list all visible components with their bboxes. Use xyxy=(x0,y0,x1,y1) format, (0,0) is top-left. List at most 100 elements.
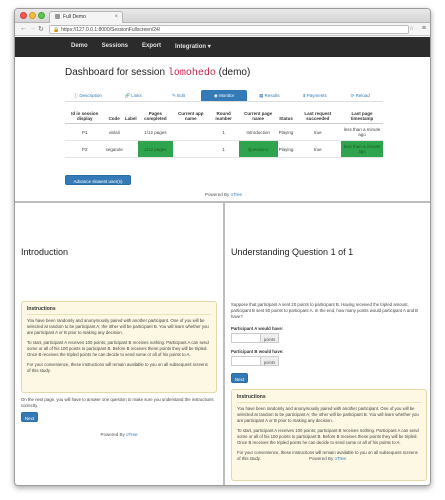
reload-icon[interactable]: ↻ xyxy=(38,25,44,33)
tab-edit[interactable]: ✎ Edit xyxy=(156,90,201,101)
otree-link[interactable]: oTree xyxy=(126,432,138,437)
tab-title: Full Demo xyxy=(63,14,86,20)
points-addon: points xyxy=(260,357,278,365)
right-participant-frame: Understanding Question 1 of 1 Suppose th… xyxy=(225,203,430,485)
table-cell: true xyxy=(294,123,342,141)
table-cell xyxy=(123,140,138,158)
table-cell: 1 xyxy=(208,140,239,158)
col-header: Status xyxy=(277,109,295,124)
forward-arrow-icon[interactable]: → xyxy=(29,25,36,32)
address-bar-row: ← → ↻ 🔒 https://127.0.0.1:8000/SessionFul… xyxy=(15,23,430,36)
table-cell-highlighted: less than a minute ago xyxy=(341,140,383,158)
table-cell: P1 xyxy=(65,123,105,141)
next-button[interactable]: Next xyxy=(21,412,38,422)
points-addon: points xyxy=(260,334,278,342)
session-code: lomohedo xyxy=(167,68,216,79)
url-field[interactable]: 🔒 https://127.0.0.1:8000/SessionFullscree… xyxy=(49,25,409,34)
close-tab-icon[interactable]: × xyxy=(114,14,118,20)
page-title: Dashboard for session lomohedo (demo) xyxy=(65,67,250,79)
maximize-window-icon[interactable] xyxy=(38,12,45,19)
cell-text: Question1 xyxy=(247,146,269,152)
table-cell: vislali xyxy=(104,123,124,141)
page-content: Demo Sessions Export Integration ▾ Dashb… xyxy=(15,37,430,485)
powered-prefix: Powered By xyxy=(100,432,125,437)
tab-results-label: Results xyxy=(264,93,280,98)
nav-integration[interactable]: Integration ▾ xyxy=(175,43,211,50)
bookmark-star-icon[interactable]: ☆ xyxy=(409,25,414,32)
participant-a-field[interactable] xyxy=(232,334,260,342)
table-cell: 1 xyxy=(208,123,239,141)
nav-demo[interactable]: Demo xyxy=(71,43,88,50)
col-header: Last page timestamp xyxy=(341,109,383,124)
tab-reload-label: Reload xyxy=(355,93,370,98)
col-header: Pages completed xyxy=(137,109,174,124)
otree-link[interactable]: oTree xyxy=(230,192,242,197)
table-cell xyxy=(123,123,138,141)
question-heading: Understanding Question 1 of 1 xyxy=(231,247,354,257)
participant-b-input[interactable]: points xyxy=(231,356,279,366)
table-cell: Introduction xyxy=(238,123,278,141)
col-header: Current app name xyxy=(173,109,209,124)
table-cell: Playing xyxy=(277,140,295,158)
nav-export[interactable]: Export xyxy=(142,43,161,50)
table-cell: less than a minute ago xyxy=(341,123,383,141)
minimize-window-icon[interactable] xyxy=(29,12,36,19)
col-header: Label xyxy=(123,109,138,124)
table-cell: Playing xyxy=(277,123,295,141)
next-button[interactable]: Next xyxy=(231,373,248,383)
tab-results[interactable]: ▦ Results xyxy=(247,90,292,101)
table-row: P2 segarule 2/12 pages 1 Question1 Playi… xyxy=(65,140,383,158)
cell-text: less than a minute ago xyxy=(343,144,381,154)
tab-description-label: Description xyxy=(79,93,102,98)
top-navbar: Demo Sessions Export Integration ▾ xyxy=(15,37,430,57)
participant-b-field[interactable] xyxy=(232,357,260,365)
col-header: Id in session display xyxy=(65,109,105,124)
table-cell: 1/12 pages xyxy=(137,123,174,141)
nav-sessions[interactable]: Sessions xyxy=(102,43,128,50)
title-prefix: Dashboard for session xyxy=(65,67,166,78)
powered-by: Powered By oTree xyxy=(15,192,430,197)
instructions-title: Instructions xyxy=(27,306,211,315)
tab-payments-label: Payments xyxy=(306,93,327,98)
intro-heading: Introduction xyxy=(21,247,69,257)
tab-links[interactable]: 🔗 Links xyxy=(110,90,155,101)
table-header-row: Id in session display Code Label Pages c… xyxy=(65,109,383,124)
instructions-panel: Instructions You have been randomly and … xyxy=(21,301,217,393)
browser-menu-icon[interactable]: ≡ xyxy=(422,25,426,32)
close-window-icon[interactable] xyxy=(20,12,27,19)
table-cell: P2 xyxy=(65,140,105,158)
table-cell-highlighted: 2/12 pages xyxy=(137,140,174,158)
powered-by: Powered By oTree xyxy=(15,432,223,437)
tab-monitor-label: Monitor xyxy=(219,93,235,98)
monitor-table: Id in session display Code Label Pages c… xyxy=(65,109,383,158)
tab-monitor[interactable]: ◉ Monitor xyxy=(201,90,247,101)
browser-titlebar: Full Demo × xyxy=(15,9,430,23)
browser-window: Full Demo × ← → ↻ 🔒 https://127.0.0.1:800… xyxy=(14,8,431,486)
left-participant-frame: Introduction Instructions You have been … xyxy=(15,203,223,485)
table-cell xyxy=(173,140,209,158)
table-cell-highlighted: Question1 xyxy=(238,140,278,158)
instructions-para: To start, participant A receives 100 poi… xyxy=(27,340,209,357)
instructions-para: For your convenience, these instructions… xyxy=(27,362,208,373)
instructions-para: To start, participant A receives 100 poi… xyxy=(237,428,419,445)
tab-payments[interactable]: $ Payments xyxy=(292,90,337,101)
advance-slowest-button[interactable]: Advance slowest user(s) xyxy=(65,175,131,185)
otree-link[interactable]: oTree xyxy=(334,456,346,461)
tab-description[interactable]: ⓘ Description xyxy=(65,90,110,101)
tab-links-label: Links xyxy=(131,93,142,98)
instructions-title: Instructions xyxy=(237,394,421,403)
instructions-panel: Instructions You have been randomly and … xyxy=(231,389,427,481)
browser-tab[interactable]: Full Demo × xyxy=(49,11,123,23)
url-text: https://127.0.0.1:8000/SessionFullscreen… xyxy=(61,27,161,33)
powered-prefix: Powered By xyxy=(308,456,334,461)
back-arrow-icon[interactable]: ← xyxy=(20,25,27,32)
next-page-note: On the next page, you will have to answe… xyxy=(21,397,214,408)
participant-a-label: Participant A would have: xyxy=(231,326,284,331)
title-suffix: (demo) xyxy=(218,67,251,78)
tab-reload[interactable]: ⟳ Reload xyxy=(338,90,383,101)
col-header: Code xyxy=(104,109,124,124)
participant-a-input[interactable]: points xyxy=(231,333,279,343)
table-cell xyxy=(173,123,209,141)
instructions-para: You have been randomly and anonymously p… xyxy=(237,406,419,423)
lock-icon: 🔒 xyxy=(53,27,60,33)
